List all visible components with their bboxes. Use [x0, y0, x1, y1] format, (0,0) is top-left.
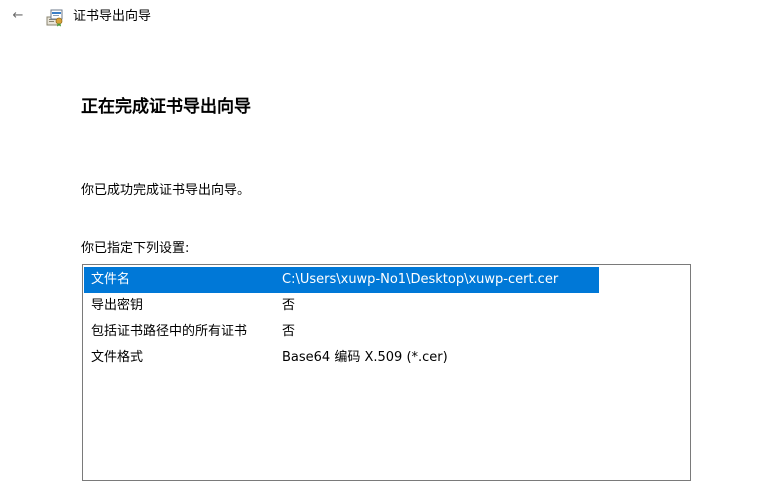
- back-arrow-icon[interactable]: ←: [8, 6, 28, 26]
- certificate-export-wizard: ← 证书导出向导 正在完成证书导出向导 你已成功完成证书导出向导。 你已指定下列…: [0, 0, 767, 496]
- setting-value: Base64 编码 X.509 (*.cer): [282, 350, 448, 365]
- setting-key: 文件格式: [91, 350, 144, 365]
- certificate-wizard-icon: [46, 9, 63, 27]
- setting-key: 包括证书路径中的所有证书: [91, 324, 248, 339]
- title-bar: ← 证书导出向导: [0, 0, 767, 36]
- setting-key: 文件名: [91, 272, 131, 287]
- setting-key: 导出密钥: [91, 298, 144, 313]
- setting-value: C:\Users\xuwp-No1\Desktop\xuwp-cert.cer: [282, 272, 559, 287]
- setting-value: 否: [282, 298, 296, 313]
- setting-value: 否: [282, 324, 296, 339]
- window-title: 证书导出向导: [73, 9, 152, 24]
- page-heading: 正在完成证书导出向导: [81, 97, 251, 117]
- settings-row-file-name[interactable]: 文件名 C:\Users\xuwp-No1\Desktop\xuwp-cert.…: [84, 267, 599, 293]
- settings-label: 你已指定下列设置:: [81, 241, 190, 256]
- success-message: 你已成功完成证书导出向导。: [81, 183, 251, 198]
- settings-list[interactable]: 文件名 C:\Users\xuwp-No1\Desktop\xuwp-cert.…: [82, 264, 691, 481]
